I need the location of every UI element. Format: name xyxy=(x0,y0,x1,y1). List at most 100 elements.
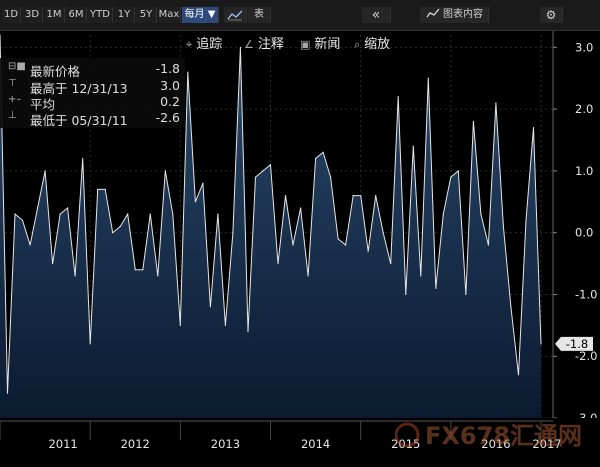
track-tool-button[interactable]: ⌖ 追踪 xyxy=(186,33,222,52)
y-tick-label: 1.0 xyxy=(575,164,593,178)
table-view-button[interactable]: 表 xyxy=(248,7,271,23)
collapse-button[interactable]: « xyxy=(362,7,391,23)
data-point xyxy=(314,157,317,160)
data-point xyxy=(36,207,39,209)
data-point xyxy=(517,374,520,376)
current-value-tag-label: -1.8 xyxy=(566,337,588,351)
data-point xyxy=(104,188,106,191)
data-point xyxy=(247,330,249,333)
x-year-label: 2013 xyxy=(211,437,240,451)
data-point xyxy=(134,269,136,271)
range-5y-button[interactable]: 5Y xyxy=(136,7,157,23)
data-point xyxy=(179,324,181,326)
data-point xyxy=(164,170,166,172)
chart-legend: ⊟■ 最新价格 -1.8 ⊤ 最高于 12/31/13 3.0 +– 平均 0.… xyxy=(0,58,185,128)
data-point xyxy=(209,306,211,308)
data-point xyxy=(97,188,99,191)
data-point xyxy=(427,77,429,79)
data-point xyxy=(345,244,347,246)
data-point xyxy=(487,244,490,246)
data-point xyxy=(457,170,459,172)
x-year-label: 2011 xyxy=(48,437,77,451)
data-point xyxy=(0,34,1,36)
data-point xyxy=(502,225,505,228)
range-1y-button[interactable]: 1Y xyxy=(114,7,135,23)
square-marker-icon: ⊟■ xyxy=(8,61,26,72)
range-1d-button[interactable]: 1D xyxy=(2,7,21,23)
zoom-tool-button[interactable]: ⌕ 缩放 xyxy=(354,33,390,52)
data-point xyxy=(142,269,144,271)
data-point xyxy=(450,176,452,178)
y-tick-label: 3.0 xyxy=(575,40,593,54)
data-point xyxy=(420,275,422,277)
data-point xyxy=(525,219,527,221)
zoom-icon: ⌕ xyxy=(354,38,361,51)
y-axis: 3.02.01.00.0-1.0-2.0-3.0 xyxy=(552,30,600,428)
news-tool-button[interactable]: ▣ 新闻 xyxy=(300,33,340,52)
line-chart-icon xyxy=(227,10,243,21)
data-point xyxy=(390,262,392,265)
data-point xyxy=(472,120,474,123)
settings-button[interactable]: ⚙ xyxy=(540,7,563,23)
data-point xyxy=(352,195,354,197)
y-tick-label: -2.0 xyxy=(575,349,597,363)
data-point xyxy=(29,244,31,246)
data-point xyxy=(540,343,542,345)
data-point xyxy=(442,213,444,215)
range-6m-button[interactable]: 6M xyxy=(66,7,87,23)
x-year-label: 2014 xyxy=(301,437,330,451)
range-ytd-button[interactable]: YTD xyxy=(88,7,113,23)
gear-icon: ⚙ xyxy=(545,8,557,22)
data-point xyxy=(149,213,151,215)
watermark-logo: FX678汇通网 xyxy=(394,422,582,450)
data-point xyxy=(112,232,114,234)
data-point xyxy=(21,219,24,221)
pencil-icon: ∠ xyxy=(244,38,254,51)
data-point xyxy=(337,238,339,240)
current-value-tag: -1.8 xyxy=(555,336,593,351)
line-chart-toggle[interactable] xyxy=(224,7,247,23)
chart-content-icon xyxy=(426,8,440,18)
data-point xyxy=(510,306,512,308)
y-tick-label: 0.0 xyxy=(575,226,593,240)
data-point xyxy=(405,293,407,296)
data-point xyxy=(59,213,61,215)
legend-low-value: -2.6 xyxy=(155,110,180,125)
data-point xyxy=(284,195,287,197)
data-point xyxy=(187,71,189,73)
annotate-label: 注释 xyxy=(257,37,284,52)
data-point xyxy=(292,244,294,246)
data-point xyxy=(89,343,91,345)
data-point xyxy=(262,170,264,172)
data-point xyxy=(254,176,257,178)
data-point xyxy=(67,207,69,209)
data-point xyxy=(397,96,399,98)
range-3d-button[interactable]: 3D xyxy=(22,7,43,23)
data-point xyxy=(74,275,76,277)
watermark: FX678汇通网 xyxy=(394,415,595,455)
average-marker-icon: +– xyxy=(8,94,22,105)
legend-row-low: ⊥ 最低于 05/31/11 -2.6 xyxy=(8,110,180,128)
data-point xyxy=(127,213,129,215)
data-point xyxy=(495,102,497,104)
low-marker-icon: ⊥ xyxy=(8,110,17,121)
data-point xyxy=(51,262,54,265)
range-1m-button[interactable]: 1M xyxy=(44,7,65,23)
legend-row-last[interactable]: ⊟■ 最新价格 -1.8 xyxy=(8,61,180,79)
data-point xyxy=(382,232,384,234)
data-point xyxy=(157,275,159,277)
legend-row-high: ⊤ 最高于 12/31/13 3.0 xyxy=(8,78,180,96)
y-tick-label: 2.0 xyxy=(575,102,593,116)
news-icon: ▣ xyxy=(300,38,311,51)
frequency-dropdown[interactable]: 每月 ▼ xyxy=(182,7,219,23)
annotate-tool-button[interactable]: ∠ 注释 xyxy=(244,33,284,52)
track-label: 追踪 xyxy=(196,37,223,52)
data-point xyxy=(322,151,324,153)
range-max-button[interactable]: Max xyxy=(158,7,181,23)
data-point xyxy=(269,164,272,166)
chart-content-button[interactable]: 图表内容 xyxy=(420,7,489,23)
data-point xyxy=(367,250,369,252)
data-point xyxy=(202,182,204,184)
data-point xyxy=(194,201,196,203)
data-point xyxy=(277,262,279,265)
